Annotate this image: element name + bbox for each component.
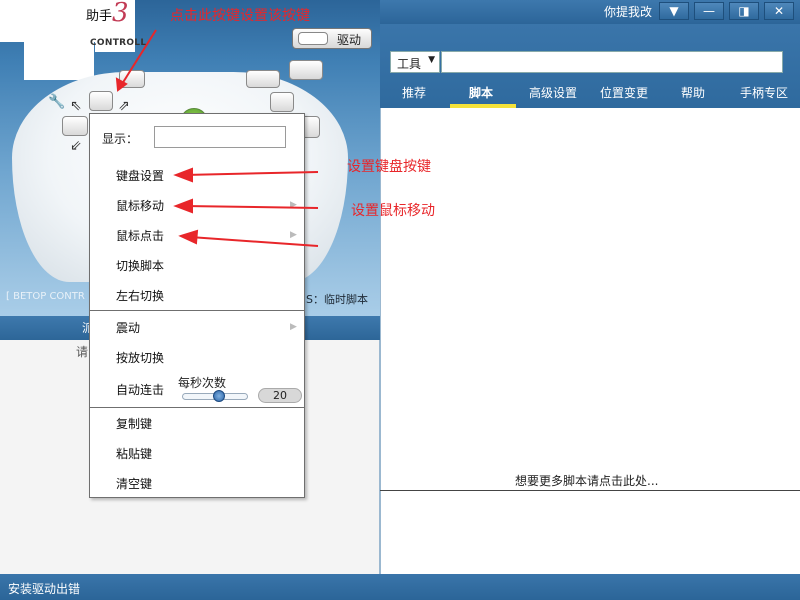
menu-separator bbox=[90, 310, 304, 311]
menu-item-copy-key[interactable]: 复制键 bbox=[116, 415, 152, 432]
feedback-link[interactable]: 你提我改 bbox=[604, 3, 652, 20]
display-field[interactable] bbox=[154, 126, 286, 148]
close-button[interactable]: ✕ bbox=[764, 2, 794, 20]
script-content-area bbox=[380, 108, 800, 574]
brand-caption: [ BETOP CONTR bbox=[6, 291, 85, 302]
tab-position-change[interactable]: 位置变更 bbox=[600, 84, 648, 101]
divider bbox=[380, 490, 800, 491]
gamepad-key-rb[interactable] bbox=[246, 70, 280, 88]
gamepad-key-up[interactable] bbox=[89, 91, 113, 111]
submenu-arrow-icon: ▶ bbox=[290, 200, 297, 210]
tool-dropdown[interactable]: 工具 ▼ bbox=[390, 51, 440, 73]
arrow-upright-icon: ⇗ bbox=[118, 98, 130, 114]
annotation-mouse: 设置鼠标移动 bbox=[351, 203, 435, 219]
annotation-top: 点击此按键设置该按键 bbox=[170, 8, 310, 24]
menu-item-paste-key[interactable]: 粘贴键 bbox=[116, 445, 152, 462]
gamepad-key-lb[interactable] bbox=[119, 70, 145, 88]
app-title: 助手 bbox=[86, 9, 113, 24]
slider-thumb[interactable] bbox=[213, 390, 225, 402]
chevron-down-icon: ▼ bbox=[428, 55, 435, 65]
display-label: 显示： bbox=[102, 132, 139, 146]
logo-block bbox=[0, 0, 95, 42]
key-context-menu: 显示： 键盘设置 鼠标移动 ▶ 鼠标点击 ▶ 切换脚本 左右切换 震动 ▶ 按放… bbox=[89, 113, 305, 498]
current-script-label: S：临时脚本 bbox=[306, 293, 368, 306]
menu-item-switch-script[interactable]: 切换脚本 bbox=[116, 257, 164, 274]
menu-item-clear-key[interactable]: 清空键 bbox=[116, 475, 152, 492]
gamepad-key-left[interactable] bbox=[62, 116, 88, 136]
gamepad-key-rt[interactable] bbox=[289, 60, 323, 80]
turbo-rate-value: 20 bbox=[258, 388, 302, 403]
tool-dropdown-label: 工具 bbox=[397, 57, 422, 71]
menu-item-mouse-move[interactable]: 鼠标移动 bbox=[116, 197, 164, 214]
gamepad-key-y[interactable] bbox=[270, 92, 294, 112]
menu-item-left-right-switch[interactable]: 左右切换 bbox=[116, 287, 164, 304]
more-scripts-link[interactable]: 想要更多脚本请点击此处... bbox=[515, 472, 658, 489]
per-second-label: 每秒次数 bbox=[178, 376, 227, 390]
tab-gamepad-zone[interactable]: 手柄专区 bbox=[740, 84, 788, 101]
menu-separator bbox=[90, 407, 304, 408]
submenu-arrow-icon: ▶ bbox=[290, 322, 297, 332]
active-tab-indicator bbox=[450, 104, 516, 108]
app-version-logo: 3 bbox=[112, 0, 129, 28]
toggle-knob bbox=[298, 32, 328, 45]
annotation-keyboard: 设置键盘按键 bbox=[347, 159, 431, 175]
menu-item-auto-turbo[interactable]: 自动连击 bbox=[116, 381, 164, 398]
wrench-icon[interactable]: 🔧 bbox=[48, 94, 65, 110]
tab-help[interactable]: 帮助 bbox=[681, 84, 705, 101]
search-input[interactable] bbox=[441, 51, 783, 73]
logo-block bbox=[24, 42, 94, 80]
arrow-upleft-icon: ⇖ bbox=[70, 98, 82, 114]
menu-item-vibration[interactable]: 震动 bbox=[116, 319, 140, 336]
tab-advanced-settings[interactable]: 高级设置 bbox=[529, 84, 577, 101]
menu-item-press-release-toggle[interactable]: 按放切换 bbox=[116, 349, 164, 366]
restore-button[interactable]: ◨ bbox=[729, 2, 759, 20]
driver-label: 驱动 bbox=[337, 33, 362, 47]
dropdown-menu-button[interactable]: ▼ bbox=[659, 2, 689, 20]
tab-recommend[interactable]: 推荐 bbox=[402, 84, 426, 101]
driver-toggle-button[interactable]: 驱动 bbox=[292, 28, 372, 49]
app-subtitle: CONTROLL bbox=[90, 38, 147, 48]
menu-item-keyboard-settings[interactable]: 键盘设置 bbox=[116, 167, 164, 184]
status-bar: 安装驱动出错 bbox=[0, 574, 800, 600]
hint-text: 请 bbox=[76, 345, 89, 359]
minimize-button[interactable]: — bbox=[694, 2, 724, 20]
tab-scripts[interactable]: 脚本 bbox=[469, 84, 493, 101]
submenu-arrow-icon: ▶ bbox=[290, 230, 297, 240]
arrow-downleft-icon: ⇙ bbox=[70, 138, 82, 154]
menu-item-mouse-click[interactable]: 鼠标点击 bbox=[116, 227, 164, 244]
